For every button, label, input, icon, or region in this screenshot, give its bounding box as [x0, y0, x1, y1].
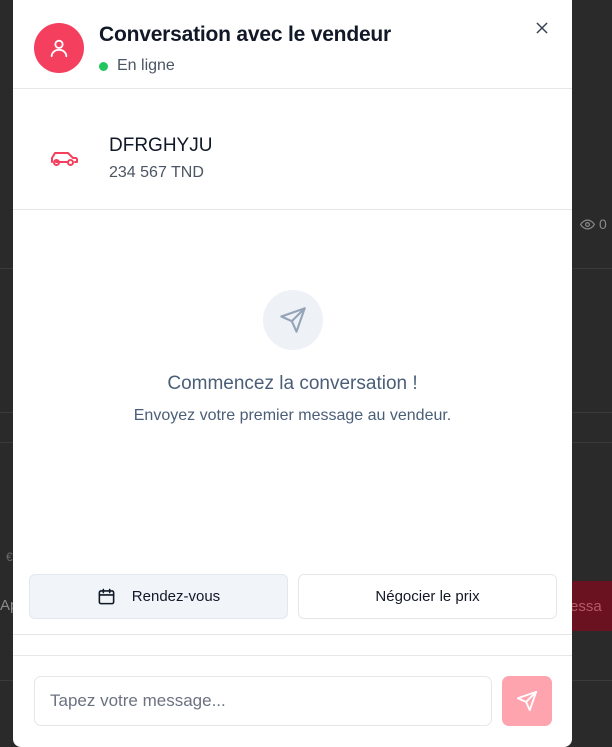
close-button[interactable] — [531, 17, 553, 39]
product-summary: DFRGHYJU 234 567 TND — [13, 89, 572, 210]
background-views-count: 0 — [580, 216, 607, 232]
background-message-button: essa — [566, 581, 612, 631]
car-icon — [51, 152, 78, 166]
message-input[interactable] — [34, 676, 492, 726]
quick-actions: Rendez-vous Négocier le prix — [29, 574, 557, 619]
online-status: En ligne — [99, 57, 175, 75]
empty-state-badge — [263, 290, 323, 350]
status-label: En ligne — [117, 57, 175, 74]
negotiate-label: Négocier le prix — [375, 588, 480, 605]
appointment-button[interactable]: Rendez-vous — [29, 574, 288, 619]
empty-state-subtitle: Envoyez votre premier message au vendeur… — [133, 407, 452, 424]
negotiate-price-button[interactable]: Négocier le prix — [298, 574, 557, 619]
send-icon — [516, 690, 538, 712]
eye-icon — [580, 218, 595, 230]
send-icon — [280, 307, 306, 333]
close-icon — [536, 22, 548, 34]
divider — [13, 634, 572, 635]
chat-modal: Conversation avec le vendeur En ligne DF… — [13, 0, 572, 747]
chat-title: Conversation avec le vendeur — [99, 23, 392, 46]
background-small-text: € — [6, 550, 13, 564]
status-dot-icon — [99, 61, 108, 71]
product-name: DFRGHYJU — [109, 135, 213, 156]
appointment-label: Rendez-vous — [131, 588, 221, 605]
seller-avatar — [34, 23, 84, 73]
calendar-icon — [98, 588, 115, 605]
product-price: 234 567 TND — [109, 164, 204, 181]
empty-conversation: Commencez la conversation ! Envoyez votr… — [13, 210, 572, 565]
divider — [13, 655, 572, 656]
send-button[interactable] — [502, 676, 552, 726]
message-composer — [34, 676, 552, 726]
empty-state-title: Commencez la conversation ! — [167, 373, 418, 394]
user-icon — [50, 39, 68, 58]
chat-header: Conversation avec le vendeur En ligne — [13, 0, 572, 89]
